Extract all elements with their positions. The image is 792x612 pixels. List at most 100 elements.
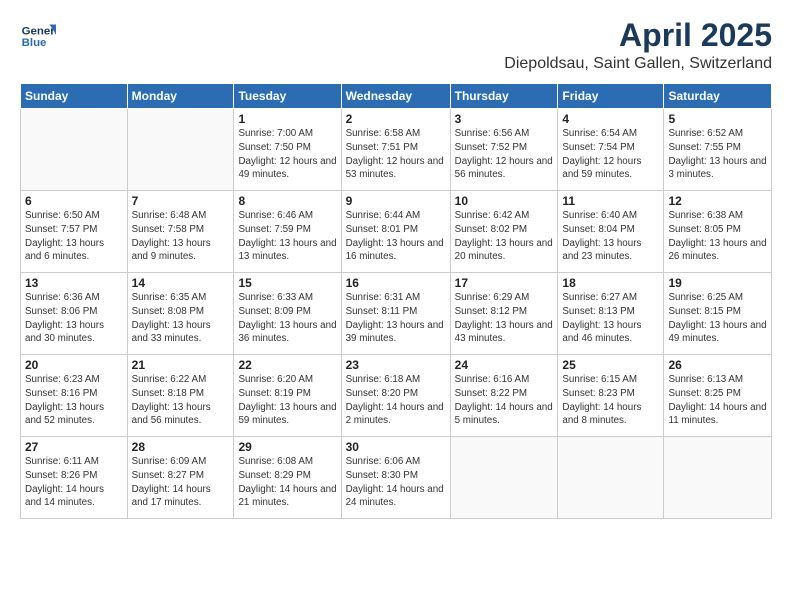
day-number: 28 (132, 440, 230, 454)
day-detail: Sunrise: 6:09 AMSunset: 8:27 PMDaylight:… (132, 455, 230, 510)
calendar-cell: 22Sunrise: 6:20 AMSunset: 8:19 PMDayligh… (234, 355, 341, 437)
day-number: 11 (562, 194, 659, 208)
calendar-cell: 21Sunrise: 6:22 AMSunset: 8:18 PMDayligh… (127, 355, 234, 437)
day-number: 2 (346, 112, 446, 126)
weekday-header: Monday (127, 84, 234, 109)
day-detail: Sunrise: 6:56 AMSunset: 7:52 PMDaylight:… (455, 127, 554, 182)
day-detail: Sunrise: 6:29 AMSunset: 8:12 PMDaylight:… (455, 291, 554, 346)
calendar-cell (127, 109, 234, 191)
calendar-cell: 23Sunrise: 6:18 AMSunset: 8:20 PMDayligh… (341, 355, 450, 437)
calendar-cell: 20Sunrise: 6:23 AMSunset: 8:16 PMDayligh… (21, 355, 128, 437)
weekday-header: Wednesday (341, 84, 450, 109)
calendar-header-row: SundayMondayTuesdayWednesdayThursdayFrid… (21, 84, 772, 109)
calendar-week-row: 27Sunrise: 6:11 AMSunset: 8:26 PMDayligh… (21, 437, 772, 519)
svg-text:General: General (22, 25, 56, 37)
calendar-week-row: 20Sunrise: 6:23 AMSunset: 8:16 PMDayligh… (21, 355, 772, 437)
day-number: 10 (455, 194, 554, 208)
day-detail: Sunrise: 6:13 AMSunset: 8:25 PMDaylight:… (668, 373, 767, 428)
day-detail: Sunrise: 6:27 AMSunset: 8:13 PMDaylight:… (562, 291, 659, 346)
calendar-cell: 18Sunrise: 6:27 AMSunset: 8:13 PMDayligh… (558, 273, 664, 355)
calendar-cell: 19Sunrise: 6:25 AMSunset: 8:15 PMDayligh… (664, 273, 772, 355)
day-detail: Sunrise: 6:31 AMSunset: 8:11 PMDaylight:… (346, 291, 446, 346)
calendar-cell: 26Sunrise: 6:13 AMSunset: 8:25 PMDayligh… (664, 355, 772, 437)
calendar-cell: 6Sunrise: 6:50 AMSunset: 7:57 PMDaylight… (21, 191, 128, 273)
day-number: 26 (668, 358, 767, 372)
day-number: 16 (346, 276, 446, 290)
day-number: 1 (238, 112, 336, 126)
weekday-header: Sunday (21, 84, 128, 109)
day-detail: Sunrise: 6:25 AMSunset: 8:15 PMDaylight:… (668, 291, 767, 346)
day-number: 13 (25, 276, 123, 290)
day-number: 5 (668, 112, 767, 126)
page-title: April 2025 (504, 18, 772, 53)
day-detail: Sunrise: 6:08 AMSunset: 8:29 PMDaylight:… (238, 455, 336, 510)
calendar-week-row: 6Sunrise: 6:50 AMSunset: 7:57 PMDaylight… (21, 191, 772, 273)
calendar-cell: 25Sunrise: 6:15 AMSunset: 8:23 PMDayligh… (558, 355, 664, 437)
day-detail: Sunrise: 6:16 AMSunset: 8:22 PMDaylight:… (455, 373, 554, 428)
day-detail: Sunrise: 6:54 AMSunset: 7:54 PMDaylight:… (562, 127, 659, 182)
day-number: 25 (562, 358, 659, 372)
day-detail: Sunrise: 6:46 AMSunset: 7:59 PMDaylight:… (238, 209, 336, 264)
day-number: 24 (455, 358, 554, 372)
day-detail: Sunrise: 6:48 AMSunset: 7:58 PMDaylight:… (132, 209, 230, 264)
day-detail: Sunrise: 6:44 AMSunset: 8:01 PMDaylight:… (346, 209, 446, 264)
calendar-cell: 2Sunrise: 6:58 AMSunset: 7:51 PMDaylight… (341, 109, 450, 191)
calendar-week-row: 13Sunrise: 6:36 AMSunset: 8:06 PMDayligh… (21, 273, 772, 355)
weekday-header: Thursday (450, 84, 558, 109)
day-number: 12 (668, 194, 767, 208)
calendar-cell: 4Sunrise: 6:54 AMSunset: 7:54 PMDaylight… (558, 109, 664, 191)
day-detail: Sunrise: 7:00 AMSunset: 7:50 PMDaylight:… (238, 127, 336, 182)
calendar-cell: 27Sunrise: 6:11 AMSunset: 8:26 PMDayligh… (21, 437, 128, 519)
day-number: 20 (25, 358, 123, 372)
day-detail: Sunrise: 6:20 AMSunset: 8:19 PMDaylight:… (238, 373, 336, 428)
calendar-cell (664, 437, 772, 519)
calendar-cell (450, 437, 558, 519)
calendar-cell: 11Sunrise: 6:40 AMSunset: 8:04 PMDayligh… (558, 191, 664, 273)
day-number: 29 (238, 440, 336, 454)
day-number: 27 (25, 440, 123, 454)
day-detail: Sunrise: 6:58 AMSunset: 7:51 PMDaylight:… (346, 127, 446, 182)
svg-text:Blue: Blue (22, 37, 47, 49)
calendar-cell: 13Sunrise: 6:36 AMSunset: 8:06 PMDayligh… (21, 273, 128, 355)
day-number: 19 (668, 276, 767, 290)
calendar-table: SundayMondayTuesdayWednesdayThursdayFrid… (20, 83, 772, 519)
calendar-week-row: 1Sunrise: 7:00 AMSunset: 7:50 PMDaylight… (21, 109, 772, 191)
calendar-cell: 12Sunrise: 6:38 AMSunset: 8:05 PMDayligh… (664, 191, 772, 273)
day-detail: Sunrise: 6:23 AMSunset: 8:16 PMDaylight:… (25, 373, 123, 428)
calendar-cell: 5Sunrise: 6:52 AMSunset: 7:55 PMDaylight… (664, 109, 772, 191)
day-detail: Sunrise: 6:40 AMSunset: 8:04 PMDaylight:… (562, 209, 659, 264)
logo: General Blue (20, 18, 56, 54)
calendar-cell: 14Sunrise: 6:35 AMSunset: 8:08 PMDayligh… (127, 273, 234, 355)
day-detail: Sunrise: 6:38 AMSunset: 8:05 PMDaylight:… (668, 209, 767, 264)
day-detail: Sunrise: 6:15 AMSunset: 8:23 PMDaylight:… (562, 373, 659, 428)
day-number: 22 (238, 358, 336, 372)
day-detail: Sunrise: 6:11 AMSunset: 8:26 PMDaylight:… (25, 455, 123, 510)
calendar-cell: 29Sunrise: 6:08 AMSunset: 8:29 PMDayligh… (234, 437, 341, 519)
calendar-cell: 24Sunrise: 6:16 AMSunset: 8:22 PMDayligh… (450, 355, 558, 437)
weekday-header: Saturday (664, 84, 772, 109)
day-detail: Sunrise: 6:52 AMSunset: 7:55 PMDaylight:… (668, 127, 767, 182)
weekday-header: Friday (558, 84, 664, 109)
day-detail: Sunrise: 6:33 AMSunset: 8:09 PMDaylight:… (238, 291, 336, 346)
calendar-cell: 1Sunrise: 7:00 AMSunset: 7:50 PMDaylight… (234, 109, 341, 191)
calendar-cell: 17Sunrise: 6:29 AMSunset: 8:12 PMDayligh… (450, 273, 558, 355)
calendar-cell: 16Sunrise: 6:31 AMSunset: 8:11 PMDayligh… (341, 273, 450, 355)
day-detail: Sunrise: 6:50 AMSunset: 7:57 PMDaylight:… (25, 209, 123, 264)
day-detail: Sunrise: 6:06 AMSunset: 8:30 PMDaylight:… (346, 455, 446, 510)
title-block: April 2025 Diepoldsau, Saint Gallen, Swi… (504, 18, 772, 73)
day-number: 30 (346, 440, 446, 454)
calendar-cell: 28Sunrise: 6:09 AMSunset: 8:27 PMDayligh… (127, 437, 234, 519)
day-detail: Sunrise: 6:42 AMSunset: 8:02 PMDaylight:… (455, 209, 554, 264)
calendar-cell: 30Sunrise: 6:06 AMSunset: 8:30 PMDayligh… (341, 437, 450, 519)
calendar-cell: 9Sunrise: 6:44 AMSunset: 8:01 PMDaylight… (341, 191, 450, 273)
calendar-cell: 10Sunrise: 6:42 AMSunset: 8:02 PMDayligh… (450, 191, 558, 273)
day-number: 18 (562, 276, 659, 290)
day-number: 4 (562, 112, 659, 126)
day-number: 9 (346, 194, 446, 208)
weekday-header: Tuesday (234, 84, 341, 109)
day-detail: Sunrise: 6:22 AMSunset: 8:18 PMDaylight:… (132, 373, 230, 428)
day-number: 23 (346, 358, 446, 372)
calendar-cell: 15Sunrise: 6:33 AMSunset: 8:09 PMDayligh… (234, 273, 341, 355)
day-number: 14 (132, 276, 230, 290)
page-subtitle: Diepoldsau, Saint Gallen, Switzerland (504, 55, 772, 73)
